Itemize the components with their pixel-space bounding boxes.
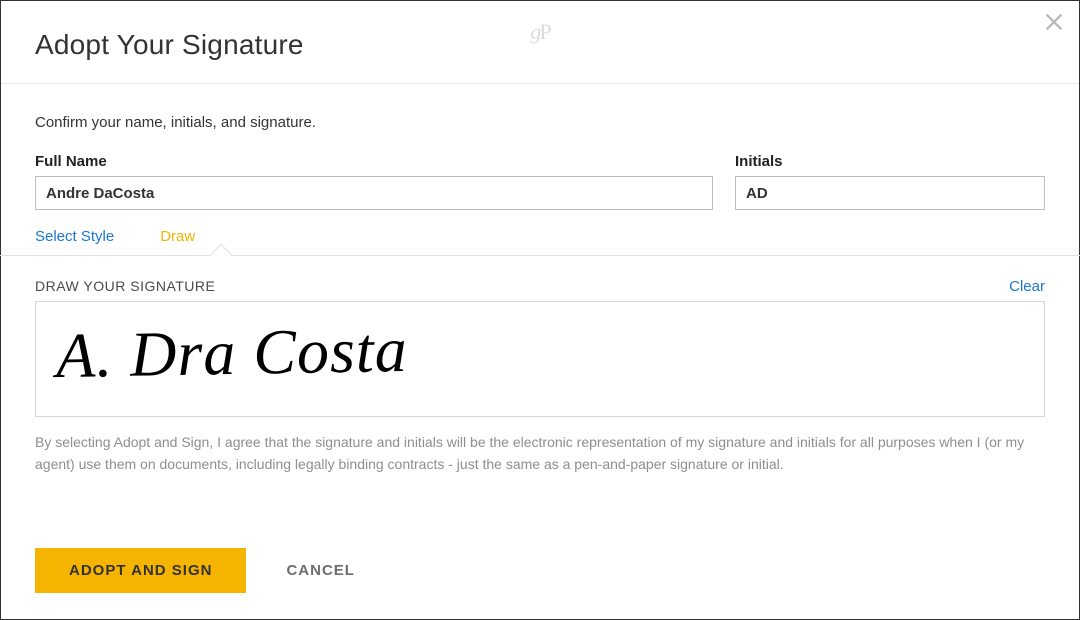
draw-heading: DRAW YOUR SIGNATURE xyxy=(35,278,215,294)
instruction-text: Confirm your name, initials, and signatu… xyxy=(35,114,1045,131)
clear-link[interactable]: Clear xyxy=(1009,278,1045,295)
fullname-label: Full Name xyxy=(35,153,713,170)
initials-label: Initials xyxy=(735,153,1045,170)
initials-field-group: Initials xyxy=(735,153,1045,210)
dialog-header: Adopt Your Signature xyxy=(1,1,1079,83)
tab-draw[interactable]: Draw xyxy=(160,228,195,245)
draw-section: DRAW YOUR SIGNATURE Clear A. Dra Costa B… xyxy=(1,256,1079,476)
tab-select-style[interactable]: Select Style xyxy=(35,228,114,245)
cancel-button[interactable]: CANCEL xyxy=(286,562,355,579)
initials-input[interactable] xyxy=(735,176,1045,210)
draw-header-row: DRAW YOUR SIGNATURE Clear xyxy=(35,278,1045,295)
fields-row: Full Name Initials xyxy=(35,153,1045,210)
tab-divider xyxy=(0,255,1080,256)
dialog-footer: ADOPT AND SIGN CANCEL xyxy=(1,524,1079,619)
legal-disclaimer: By selecting Adopt and Sign, I agree tha… xyxy=(35,431,1045,476)
adopt-signature-dialog: gP Adopt Your Signature Confirm your nam… xyxy=(0,0,1080,620)
tabs-row: Select Style Draw xyxy=(35,228,1045,255)
fullname-input[interactable] xyxy=(35,176,713,210)
fullname-field-group: Full Name xyxy=(35,153,713,210)
close-icon[interactable] xyxy=(1043,11,1065,33)
adopt-and-sign-button[interactable]: ADOPT AND SIGN xyxy=(35,548,246,593)
signature-canvas[interactable]: A. Dra Costa xyxy=(35,301,1045,417)
dialog-content: Confirm your name, initials, and signatu… xyxy=(1,84,1079,255)
dialog-title: Adopt Your Signature xyxy=(35,29,1045,61)
drawn-signature: A. Dra Costa xyxy=(55,305,408,401)
